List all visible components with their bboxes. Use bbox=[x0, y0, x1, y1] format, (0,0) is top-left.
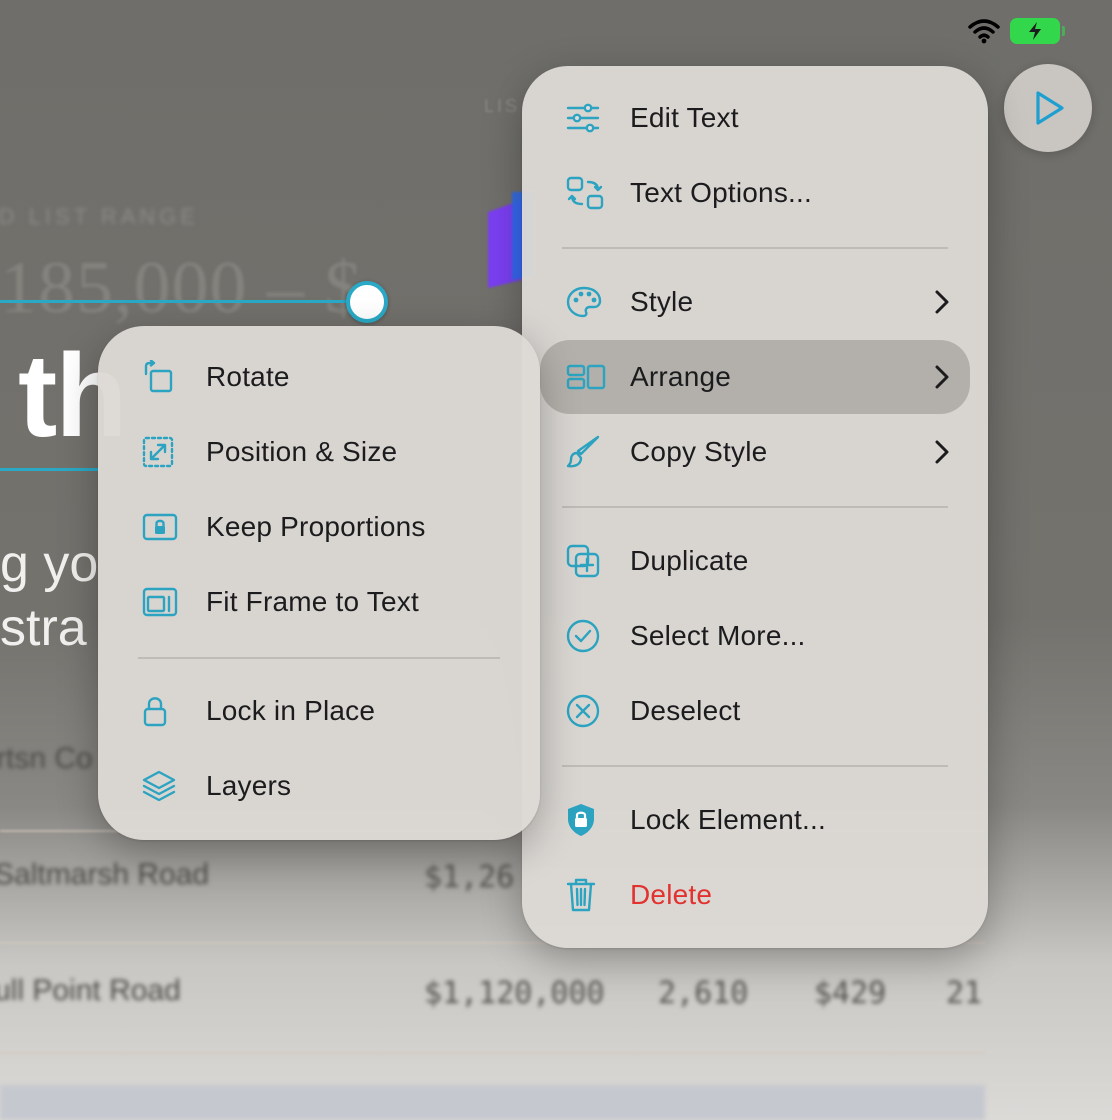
palette-icon bbox=[566, 286, 602, 318]
submenu-item-label: Keep Proportions bbox=[206, 511, 426, 542]
duplicate-icon bbox=[566, 544, 600, 578]
menu-item-label: Copy Style bbox=[630, 436, 768, 467]
layers-icon bbox=[142, 770, 176, 802]
brush-icon bbox=[566, 435, 600, 468]
menu-item-style[interactable]: Style bbox=[540, 265, 970, 339]
submenu-item-label: Lock in Place bbox=[206, 695, 376, 726]
menu-separator bbox=[562, 765, 948, 767]
lock-box-icon bbox=[142, 513, 178, 541]
battery-charging-icon bbox=[1010, 18, 1065, 44]
menu-item-deselect[interactable]: Deselect bbox=[540, 674, 970, 748]
resize-icon bbox=[142, 436, 174, 468]
chevron-right-icon bbox=[935, 365, 949, 389]
submenu-item-keep-proportions[interactable]: Keep Proportions bbox=[116, 490, 522, 564]
bg-row-price-per-sqft: $429 bbox=[814, 976, 887, 1011]
context-menu: Edit Text Text Options... Style Arrange … bbox=[522, 66, 988, 948]
selection-line-bottom bbox=[0, 468, 100, 471]
bg-list-label: LIS bbox=[484, 96, 521, 116]
arrange-icon bbox=[566, 364, 606, 390]
submenu-item-label: Layers bbox=[206, 770, 292, 801]
bg-body-line-2: stra bbox=[0, 599, 87, 657]
menu-item-label: Duplicate bbox=[630, 545, 749, 576]
submenu-item-label: Rotate bbox=[206, 361, 290, 392]
bg-row-name: ull Point Road bbox=[0, 974, 181, 1007]
menu-item-edit-text[interactable]: Edit Text bbox=[540, 81, 970, 155]
submenu-item-label: Position & Size bbox=[206, 436, 398, 467]
submenu-item-label: Fit Frame to Text bbox=[206, 586, 419, 617]
bg-body-line-1: g yo bbox=[0, 535, 99, 593]
menu-item-duplicate[interactable]: Duplicate bbox=[540, 524, 970, 598]
status-bar bbox=[968, 18, 1065, 44]
menu-item-text-options[interactable]: Text Options... bbox=[540, 156, 970, 230]
sliders-icon bbox=[566, 103, 600, 133]
lock-shield-icon bbox=[568, 804, 594, 836]
submenu-item-position-size[interactable]: Position & Size bbox=[116, 415, 522, 489]
play-button[interactable] bbox=[1004, 64, 1092, 152]
bg-range-value: 185,000 – $ bbox=[0, 247, 363, 329]
menu-item-label: Edit Text bbox=[630, 102, 739, 133]
text-options-icon bbox=[566, 176, 604, 210]
submenu-item-lock-in-place[interactable]: Lock in Place bbox=[116, 674, 522, 748]
menu-item-arrange[interactable]: Arrange bbox=[540, 340, 970, 414]
menu-item-label: Delete bbox=[630, 879, 713, 910]
menu-item-label: Lock Element... bbox=[630, 804, 826, 835]
bg-row-price: $1,26 bbox=[424, 860, 515, 895]
bg-row-divider bbox=[0, 1052, 985, 1054]
menu-item-copy-style[interactable]: Copy Style bbox=[540, 415, 970, 489]
menu-item-delete[interactable]: Delete bbox=[540, 858, 970, 932]
menu-item-lock-element[interactable]: Lock Element... bbox=[540, 783, 970, 857]
submenu-item-fit-frame[interactable]: Fit Frame to Text bbox=[116, 565, 522, 639]
menu-item-label: Select More... bbox=[630, 620, 806, 651]
menu-item-label: Deselect bbox=[630, 695, 741, 726]
menu-separator bbox=[562, 506, 948, 508]
trash-icon bbox=[566, 878, 596, 912]
xmark-circle-icon bbox=[566, 694, 600, 728]
bg-table-footer bbox=[0, 1085, 985, 1120]
selection-resize-handle[interactable] bbox=[346, 281, 388, 323]
bg-row-fragment: rtsn Co bbox=[0, 742, 93, 775]
chevron-right-icon bbox=[935, 290, 949, 314]
bg-row-sqft: 2,610 bbox=[658, 976, 749, 1011]
menu-item-select-more[interactable]: Select More... bbox=[540, 599, 970, 673]
bg-row-name: Saltmarsh Road bbox=[0, 858, 210, 891]
lock-icon bbox=[143, 697, 167, 727]
menu-item-label: Text Options... bbox=[630, 177, 812, 208]
menu-separator bbox=[562, 247, 948, 249]
bg-row-price: $1,120,000 bbox=[424, 976, 605, 1011]
submenu-item-layers[interactable]: Layers bbox=[116, 749, 522, 823]
play-icon bbox=[1036, 91, 1064, 125]
selection-line-top bbox=[0, 300, 350, 303]
submenu-item-rotate[interactable]: Rotate bbox=[116, 340, 522, 414]
rotate-icon bbox=[144, 360, 173, 393]
checkmark-circle-icon bbox=[566, 619, 600, 653]
wifi-icon bbox=[968, 19, 1000, 44]
menu-separator bbox=[138, 657, 500, 659]
menu-item-label: Style bbox=[630, 286, 694, 317]
bg-row-extra: 21 bbox=[946, 976, 983, 1011]
arrange-submenu: Rotate Position & Size Keep Proportions bbox=[98, 326, 540, 840]
menu-item-label: Arrange bbox=[630, 361, 732, 392]
bg-range-label: ED LIST RANGE bbox=[0, 204, 200, 229]
frame-icon bbox=[142, 587, 178, 617]
chevron-right-icon bbox=[935, 440, 949, 464]
